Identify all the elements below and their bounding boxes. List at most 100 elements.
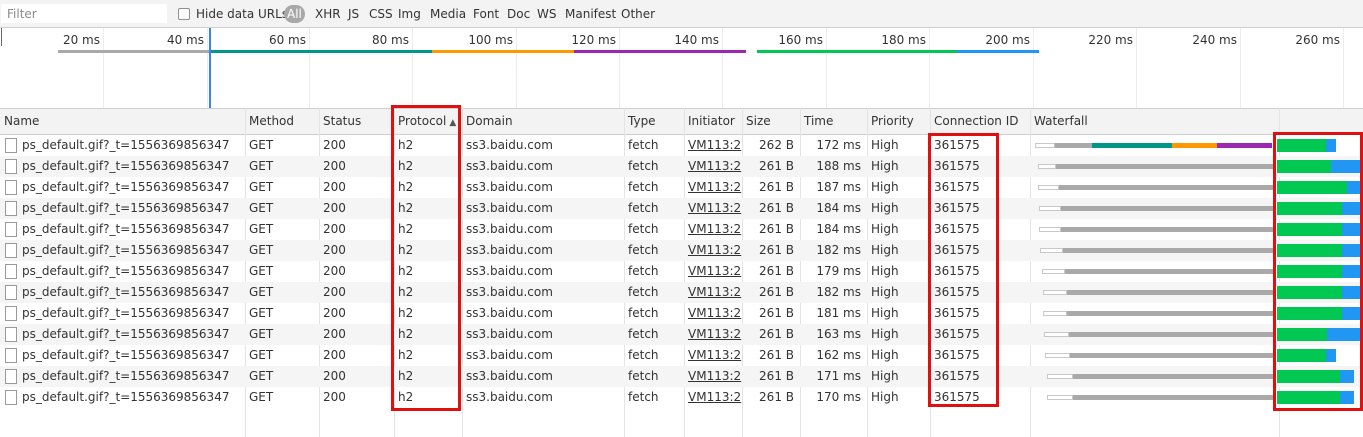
cell-domain: ss3.baidu.com: [466, 243, 553, 257]
cell-connection-id: 361575: [934, 369, 980, 383]
overview-gridline: [929, 28, 930, 108]
cell-status: 200: [323, 222, 346, 236]
cell-priority: High: [871, 390, 899, 404]
initiator-link[interactable]: VM113:2: [688, 327, 741, 341]
type-filter-img[interactable]: Img: [398, 5, 421, 23]
type-filter-all[interactable]: All: [284, 5, 305, 23]
table-row[interactable]: ps_default.gif?_t=1556369856347 GET 200 h2 s…: [0, 156, 1363, 177]
cell-initiator[interactable]: VM113:2: [684, 324, 742, 345]
type-filter-ws[interactable]: WS: [537, 5, 556, 23]
cell-initiator[interactable]: VM113:2: [684, 240, 742, 261]
column-header-time[interactable]: Time: [800, 109, 867, 134]
column-header-protocol[interactable]: Protocol ▲: [394, 109, 462, 134]
file-icon: [5, 369, 17, 384]
filter-input[interactable]: [2, 5, 166, 22]
cell-name: ps_default.gif?_t=1556369856347: [0, 219, 245, 240]
initiator-link[interactable]: VM113:2: [688, 306, 741, 320]
initiator-link[interactable]: VM113:2: [688, 180, 741, 194]
table-row[interactable]: ps_default.gif?_t=1556369856347 GET 200 h2 s…: [0, 177, 1363, 198]
cell-initiator[interactable]: VM113:2: [684, 261, 742, 282]
initiator-link[interactable]: VM113:2: [688, 222, 741, 236]
column-header-priority[interactable]: Priority: [867, 109, 930, 134]
hide-data-urls-toggle[interactable]: Hide data URLs: [178, 7, 288, 21]
cell-initiator[interactable]: VM113:2: [684, 156, 742, 177]
cell-protocol: h2: [398, 348, 414, 362]
cell-name: ps_default.gif?_t=1556369856347: [0, 177, 245, 198]
initiator-link[interactable]: VM113:2: [688, 285, 741, 299]
column-header-label: Size: [746, 114, 771, 128]
type-filter-js[interactable]: JS: [348, 5, 359, 23]
initiator-link[interactable]: VM113:2: [688, 138, 741, 152]
column-header-status[interactable]: Status: [319, 109, 394, 134]
sort-ascending-icon: ▲: [449, 118, 457, 128]
table-row[interactable]: ps_default.gif?_t=1556369856347 GET 200 h2 s…: [0, 198, 1363, 219]
type-filter-manifest[interactable]: Manifest: [565, 5, 616, 23]
overview-gridline: [103, 28, 104, 108]
initiator-link[interactable]: VM113:2: [688, 159, 741, 173]
cell-initiator[interactable]: VM113:2: [684, 135, 742, 156]
hide-data-urls-label: Hide data URLs: [196, 7, 289, 21]
cell-method: GET: [249, 285, 274, 299]
initiator-link[interactable]: VM113:2: [688, 201, 741, 215]
column-header-domain[interactable]: Domain: [462, 109, 624, 134]
table-row[interactable]: ps_default.gif?_t=1556369856347 GET 200 h2 s…: [0, 366, 1363, 387]
request-name: ps_default.gif?_t=1556369856347: [22, 306, 230, 320]
column-header-waterfall[interactable]: Waterfall: [1030, 109, 1363, 134]
initiator-link[interactable]: VM113:2: [688, 369, 741, 383]
cell-size: 261 B: [759, 285, 794, 299]
overview-tick-label: 100 ms: [468, 33, 513, 47]
table-row[interactable]: ps_default.gif?_t=1556369856347 GET 200 h2 s…: [0, 219, 1363, 240]
cell-protocol: h2: [398, 264, 414, 278]
initiator-link[interactable]: VM113:2: [688, 243, 741, 257]
hide-data-urls-checkbox[interactable]: [178, 8, 190, 20]
type-filter-font[interactable]: Font: [473, 5, 499, 23]
table-row[interactable]: ps_default.gif?_t=1556369856347 GET 200 h2 s…: [0, 387, 1363, 408]
type-filter-xhr[interactable]: XHR: [315, 5, 341, 23]
type-filter-css[interactable]: CSS: [369, 5, 393, 23]
waterfall-waiting-bar: [1277, 370, 1340, 383]
column-header-initiator[interactable]: Initiator: [684, 109, 742, 134]
column-header-label: Waterfall: [1034, 114, 1088, 128]
overview-activity-bar: [58, 50, 210, 53]
table-row[interactable]: ps_default.gif?_t=1556369856347 GET 200 h2 s…: [0, 345, 1363, 366]
cell-domain: ss3.baidu.com: [466, 264, 553, 278]
cell-initiator[interactable]: VM113:2: [684, 303, 742, 324]
type-filter-doc[interactable]: Doc: [507, 5, 530, 23]
cell-size: 261 B: [759, 348, 794, 362]
column-header-label: Status: [323, 114, 362, 128]
column-header-type[interactable]: Type: [624, 109, 684, 134]
type-filter-other[interactable]: Other: [621, 5, 655, 23]
waterfall-queued-bar: [1038, 185, 1059, 190]
cell-connection-id: 361575: [934, 201, 980, 215]
initiator-link[interactable]: VM113:2: [688, 264, 741, 278]
table-row[interactable]: ps_default.gif?_t=1556369856347 GET 200 h2 s…: [0, 240, 1363, 261]
cell-initiator[interactable]: VM113:2: [684, 366, 742, 387]
table-row[interactable]: ps_default.gif?_t=1556369856347 GET 200 h2 s…: [0, 324, 1363, 345]
waterfall-queued-bar: [1045, 353, 1070, 358]
table-row[interactable]: ps_default.gif?_t=1556369856347 GET 200 h2 s…: [0, 135, 1363, 156]
initiator-link[interactable]: VM113:2: [688, 390, 741, 404]
cell-initiator[interactable]: VM113:2: [684, 282, 742, 303]
cell-initiator[interactable]: VM113:2: [684, 198, 742, 219]
cell-domain: ss3.baidu.com: [466, 327, 553, 341]
column-header-size[interactable]: Size: [742, 109, 800, 134]
overview-tick-label: 160 ms: [778, 33, 823, 47]
table-row[interactable]: ps_default.gif?_t=1556369856347 GET 200 h2 s…: [0, 303, 1363, 324]
cell-initiator[interactable]: VM113:2: [684, 387, 742, 408]
cell-name: ps_default.gif?_t=1556369856347: [0, 324, 245, 345]
cell-status: 200: [323, 369, 346, 383]
cell-initiator[interactable]: VM113:2: [684, 219, 742, 240]
column-header-method[interactable]: Method: [245, 109, 319, 134]
timeline-overview[interactable]: 20 ms 40 ms 60 ms 80 ms 100 ms 120 ms 140 ms 16…: [0, 28, 1363, 108]
cell-initiator[interactable]: VM113:2: [684, 345, 742, 366]
cell-initiator[interactable]: VM113:2: [684, 177, 742, 198]
table-row[interactable]: ps_default.gif?_t=1556369856347 GET 200 h2 s…: [0, 282, 1363, 303]
waterfall-waiting-bar: [1277, 286, 1342, 299]
cell-method: GET: [249, 327, 274, 341]
column-header-name[interactable]: Name: [0, 109, 245, 134]
column-header-connection-id[interactable]: Connection ID: [930, 109, 1030, 134]
cell-time: 184 ms: [816, 201, 861, 215]
table-row[interactable]: ps_default.gif?_t=1556369856347 GET 200 h2 s…: [0, 261, 1363, 282]
initiator-link[interactable]: VM113:2: [688, 348, 741, 362]
type-filter-media[interactable]: Media: [430, 5, 466, 23]
